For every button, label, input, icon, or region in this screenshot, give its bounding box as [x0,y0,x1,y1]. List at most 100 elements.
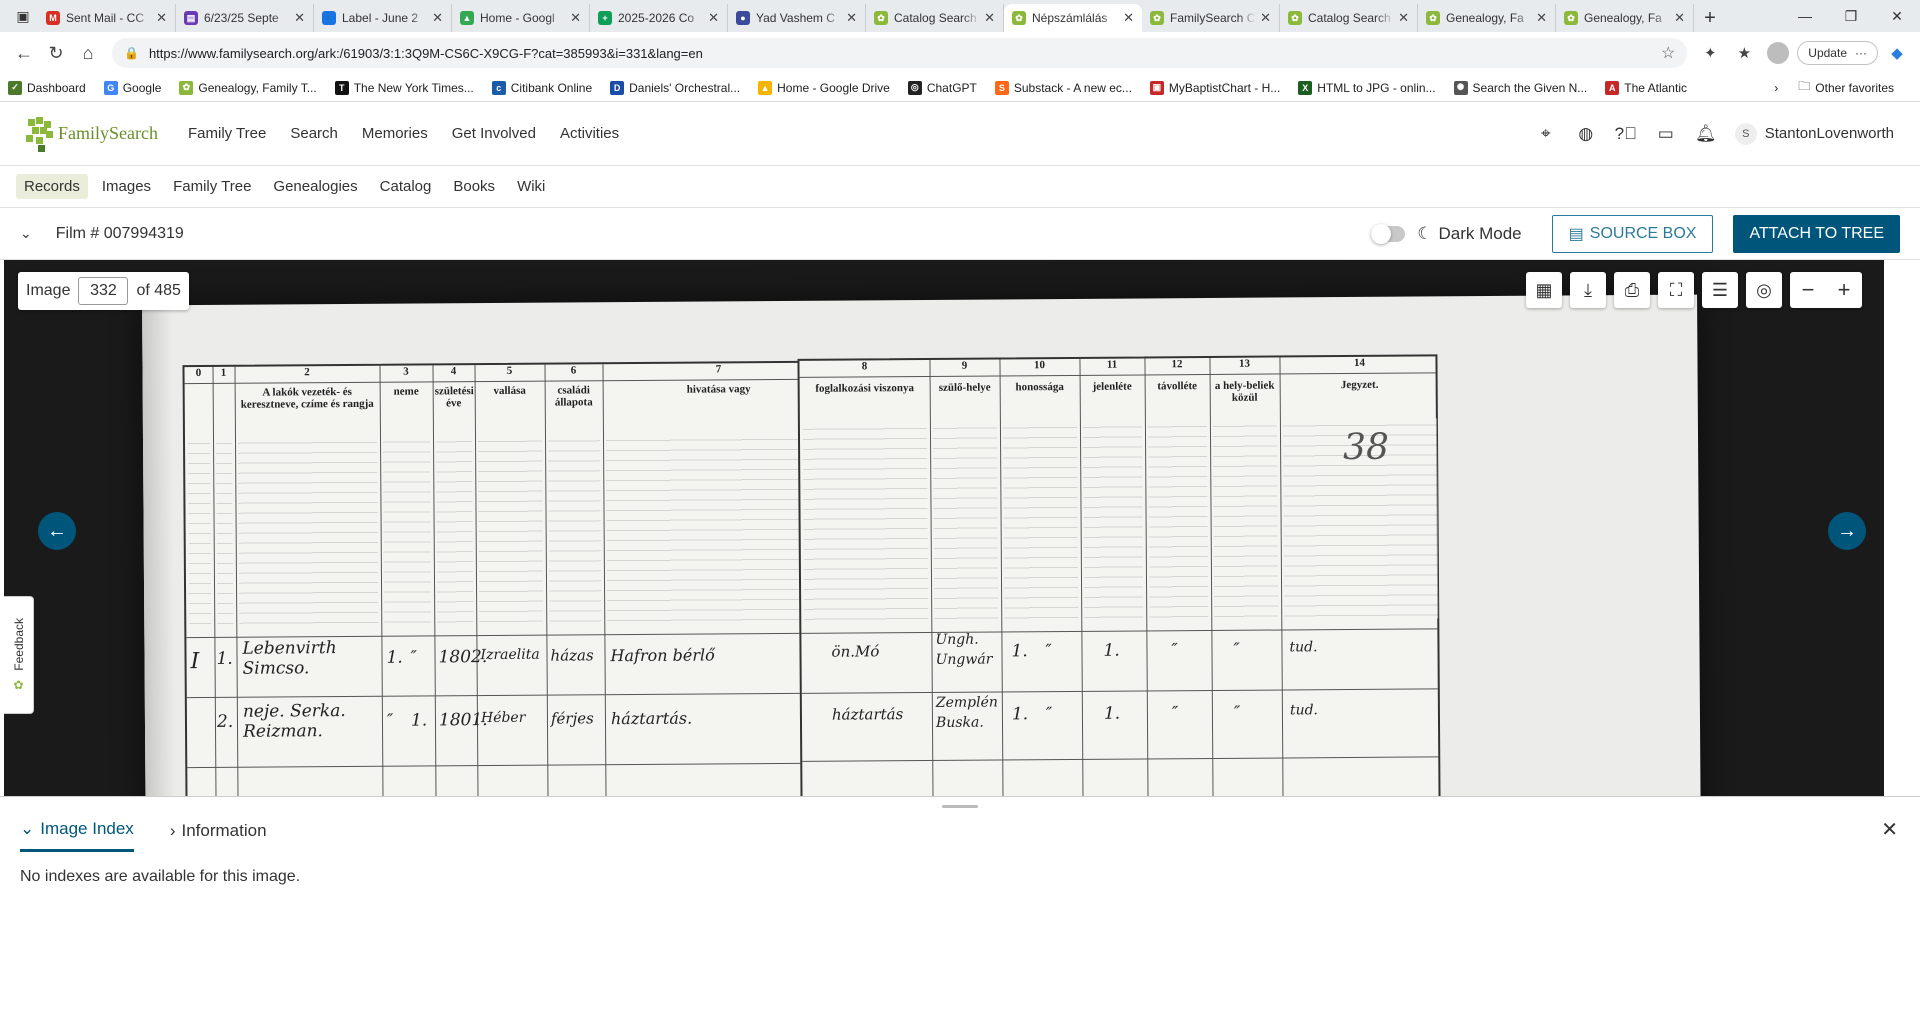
bookmark-item[interactable]: X HTML to JPG - onlin... [1298,80,1436,95]
new-tab-button[interactable]: + [1694,4,1726,32]
copilot-icon[interactable]: ◆ [1882,38,1912,68]
previous-image-arrow-icon[interactable]: ← [38,512,76,550]
bookmark-item[interactable]: T The New York Times... [334,80,474,95]
tab-close-icon[interactable]: ✕ [432,10,443,26]
main-nav-item[interactable]: Memories [362,125,428,142]
subnav-item[interactable]: Family Tree [165,174,259,199]
browser-tab[interactable]: ▤ 6/23/25 Septe ✕ [176,4,314,32]
minimize-icon[interactable]: — [1782,0,1828,32]
subnav-item[interactable]: Records [16,174,88,199]
user-menu[interactable]: S StantonLovenworth [1734,122,1894,145]
browser-tab[interactable]: +2025-2026 Co ✕ [590,4,728,32]
bookmark-item[interactable]: ✿ Genealogy, Family T... [179,80,317,95]
adjust-sliders-icon[interactable]: ☰ [1702,272,1738,308]
subnav-item[interactable]: Books [445,174,503,199]
main-nav-item[interactable]: Family Tree [188,125,266,142]
main-nav-item[interactable]: Get Involved [452,125,536,142]
tab-close-icon[interactable]: ✕ [570,10,581,26]
bookmark-item[interactable]: S Substack - A new ec... [994,80,1132,95]
browser-tab[interactable]: ✿ Genealogy, Fa ✕ [1556,4,1694,32]
bookmark-item[interactable]: A The Atlantic [1605,80,1687,95]
bookmark-item[interactable]: ◎ ChatGPT [907,80,977,95]
column-header: A lakók vezeték- és keresztneve, czíme é… [240,385,374,411]
tab-close-icon[interactable]: ✕ [846,10,857,26]
next-image-arrow-icon[interactable]: → [1828,512,1866,550]
tab-close-icon[interactable]: ✕ [294,10,305,26]
attach-to-tree-button[interactable]: ATTACH TO TREE [1733,214,1900,253]
main-nav-item[interactable]: Activities [560,125,619,142]
bookmark-item[interactable]: ▣ MyBaptistChart - H... [1149,80,1280,95]
subnav-item[interactable]: Wiki [509,174,553,199]
subnav-item[interactable]: Genealogies [265,174,365,199]
subnav-item[interactable]: Catalog [372,174,440,199]
bookmark-label: Google [122,80,162,95]
favorites-icon[interactable]: ★ [1729,38,1759,68]
bookmark-item[interactable]: D Daniels' Orchestral... [610,80,740,95]
bookmark-item[interactable]: ✓ Dashboard [8,80,86,95]
locate-target-icon[interactable]: ◎ [1746,272,1782,308]
help-icon[interactable]: ?⃝ [1615,123,1637,145]
tab-close-icon[interactable]: ✕ [1123,10,1134,26]
tab-close-icon[interactable]: ✕ [1398,10,1409,26]
globe-icon[interactable]: ◍ [1575,123,1597,145]
zoom-out-icon[interactable]: − [1790,272,1826,308]
update-button[interactable]: Update ··· [1797,41,1878,65]
tab-label: Home - Googl [480,11,555,25]
close-window-icon[interactable]: ✕ [1874,0,1920,32]
browser-tab[interactable]: M Sent Mail - CC ✕ [38,4,176,32]
feedback-tab[interactable]: Feedback ✿ [4,596,34,714]
home-icon[interactable]: ⌂ [72,37,104,69]
browser-tab[interactable]: ● Yad Vashem C ✕ [728,4,866,32]
zoom-in-icon[interactable]: + [1826,272,1862,308]
bookmark-item[interactable]: ✺ Search the Given N... [1453,80,1587,95]
browser-tab[interactable]: ✿ Catalog Search ✕ [1280,4,1418,32]
extensions-icon[interactable]: ✦ [1695,38,1725,68]
browser-tab[interactable]: ✿ Catalog Search ✕ [866,4,1004,32]
print-icon[interactable]: ⎙ [1614,272,1650,308]
dark-mode-toggle[interactable] [1371,223,1406,244]
maximize-icon[interactable]: ❐ [1828,0,1874,32]
tab-close-icon[interactable]: ✕ [984,10,995,26]
tab-close-icon[interactable]: ✕ [1260,10,1271,26]
tab-image-index[interactable]: ⌄ Image Index [20,819,134,852]
panel-resize-handle[interactable] [942,805,978,808]
tab-close-icon[interactable]: ✕ [156,10,167,26]
more-bookmarks-icon[interactable]: › [1774,81,1778,95]
tab-information[interactable]: › Information [170,819,267,852]
tab-close-icon[interactable]: ✕ [1674,10,1685,26]
image-number-input[interactable]: 332 [78,277,129,305]
browser-tab[interactable]: ✿ Népszámlálás ✕ [1004,4,1142,32]
tab-actions-icon[interactable]: ▣ [8,0,38,32]
browser-tab[interactable]: ✿ FamilySearch C ✕ [1142,4,1280,32]
reload-icon[interactable]: ↻ [40,37,72,69]
familysearch-logo[interactable]: FamilySearch [26,116,158,152]
main-nav-item[interactable]: Search [290,125,338,142]
viewer-tools: ▦ ⤓ ⎙ ⛶ ☰ ◎ − + [1526,272,1862,308]
image-viewer[interactable]: 012A lakók vezeték- és keresztneve, czím… [4,260,1884,796]
download-icon[interactable]: ⤓ [1570,272,1606,308]
location-pin-icon[interactable]: ⌖ [1535,123,1557,145]
browser-tab[interactable]: 👤 Label - June 2 ✕ [314,4,452,32]
bookmark-star-icon[interactable]: ☆ [1661,43,1675,63]
grid-view-icon[interactable]: ▦ [1526,272,1562,308]
other-favorites[interactable]: 🗀 Other favorites [1798,77,1894,98]
tab-close-icon[interactable]: ✕ [1536,10,1547,26]
messages-icon[interactable]: ▭ [1655,123,1677,145]
collapse-chevron-icon[interactable]: ⌄ [20,225,32,242]
browser-tab[interactable]: ▲ Home - Googl ✕ [452,4,590,32]
close-panel-icon[interactable]: ✕ [1881,817,1898,842]
bookmark-item[interactable]: G Google [103,80,162,95]
profile-icon[interactable] [1763,38,1793,68]
url-bar[interactable]: 🔒 https://www.familysearch.org/ark:/6190… [112,38,1688,68]
site-info-icon[interactable]: 🔒 [124,46,139,60]
notifications-bell-icon[interactable]: 🔔︎ [1695,123,1717,145]
fullscreen-icon[interactable]: ⛶ [1658,272,1694,308]
bookmark-item[interactable]: ▲ Home - Google Drive [758,80,890,95]
source-box-button[interactable]: ▤ SOURCE BOX [1551,214,1714,253]
bookmark-item[interactable]: c Citibank Online [491,80,592,95]
subnav-item[interactable]: Images [94,174,159,199]
back-arrow-icon[interactable]: ← [8,37,40,69]
tab-close-icon[interactable]: ✕ [708,10,719,26]
browser-tab[interactable]: ✿ Genealogy, Fa ✕ [1418,4,1556,32]
absence: ″ [1233,702,1241,723]
